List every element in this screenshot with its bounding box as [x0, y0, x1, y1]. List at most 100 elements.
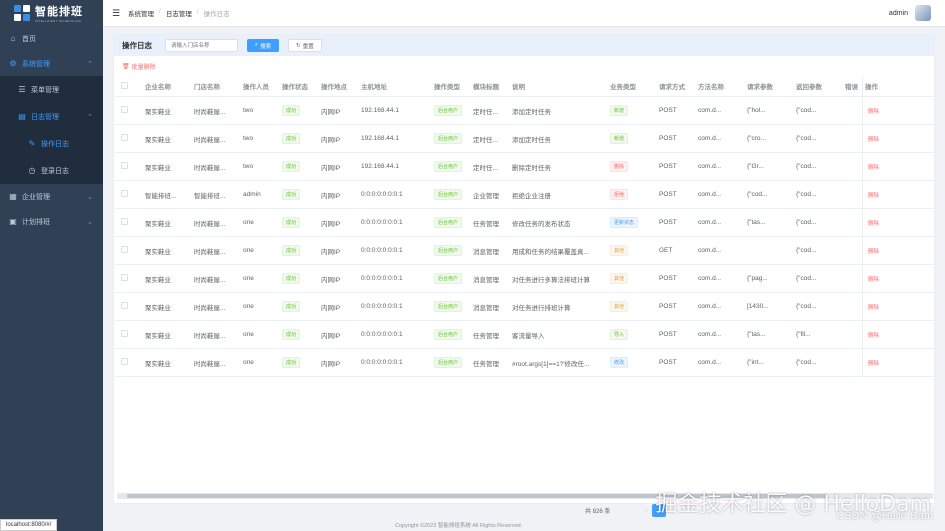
hamburger-icon[interactable]: ☰	[112, 8, 120, 17]
chevron-up-icon: ⌃	[87, 113, 93, 121]
delete-link[interactable]: 删除	[865, 191, 879, 199]
breadcrumb-item[interactable]: 日志管理	[166, 8, 192, 18]
status-tag: 成功	[282, 357, 301, 368]
delete-link[interactable]: 删除	[865, 331, 879, 339]
cell-operator: one	[243, 359, 254, 366]
column-header: 返回参数	[796, 84, 822, 91]
delete-link[interactable]: 删除	[865, 107, 879, 115]
row-checkbox[interactable]	[121, 134, 128, 141]
menu-icon: ☰	[18, 84, 26, 94]
table-row[interactable]: 聚实鞋业 时尚鞋屋... two 成功 内网IP 192.168.44.1 后台用户 定时任.…	[115, 97, 935, 125]
table-row[interactable]: 聚实鞋业 时尚鞋屋... two 成功 内网IP 192.168.44.1 后台用户 定时任.…	[115, 153, 935, 181]
search-input[interactable]	[165, 39, 238, 52]
cell-method-name: com.d...	[698, 191, 722, 198]
row-checkbox[interactable]	[121, 218, 128, 225]
row-checkbox[interactable]	[121, 190, 128, 197]
cell-req-params: {"tas...	[747, 219, 766, 226]
cell-method: POST	[659, 219, 677, 226]
table-row[interactable]: 聚实鞋业 时尚鞋屋... one 成功 内网IP 0:0:0:0:0:0:0:1 后台用户 任…	[115, 321, 935, 349]
cell-req-params: {"tas...	[747, 331, 766, 338]
select-all-checkbox[interactable]	[121, 81, 128, 89]
row-checkbox[interactable]	[121, 246, 128, 253]
cell-store: 时尚鞋屋...	[194, 136, 226, 144]
cell-ret-params: {"cod...	[796, 135, 817, 142]
cell-company: 聚实鞋业	[145, 332, 171, 340]
column-header: 操作地点	[321, 84, 347, 91]
cell-store: 时尚鞋屋...	[194, 360, 226, 368]
search-button[interactable]: ⌕ 搜索	[247, 39, 280, 52]
cell-store: 智能排班...	[194, 192, 226, 200]
delete-link[interactable]: 删除	[865, 359, 879, 367]
cell-company: 智能排班...	[145, 192, 177, 200]
table-row[interactable]: 聚实鞋业 时尚鞋屋... one 成功 内网IP 0:0:0:0:0:0:0:1 后台用户 消…	[115, 237, 935, 265]
row-checkbox[interactable]	[121, 274, 128, 281]
cell-ip: 192.168.44.1	[361, 163, 399, 170]
table-row[interactable]: 智能排班... 智能排班... admin 成功 内网IP 0:0:0:0:0:0:0:1…	[115, 181, 935, 209]
watermark-csdn: CSDN @Hello Dam	[836, 510, 933, 522]
breadcrumb-item[interactable]: 系统管理	[128, 8, 154, 18]
table-row[interactable]: 聚实鞋业 时尚鞋屋... two 成功 内网IP 192.168.44.1 后台用户 定时任.…	[115, 125, 935, 153]
sidebar-item-log-management[interactable]: ▤ 日志管理 ⌃	[0, 103, 103, 130]
table-row[interactable]: 聚实鞋业 时尚鞋屋... one 成功 内网IP 0:0:0:0:0:0:0:1 后台用户 消…	[115, 265, 935, 293]
sidebar-item-login-log[interactable]: ◷ 登录日志	[0, 157, 103, 184]
cell-desc: 客流量导入	[512, 332, 545, 340]
avatar[interactable]	[915, 5, 931, 21]
table-row[interactable]: 聚实鞋业 时尚鞋屋... one 成功 内网IP 0:0:0:0:0:0:0:1 后台用户 任…	[115, 349, 935, 377]
sidebar-item-home[interactable]: ⌂ 首页	[0, 26, 103, 51]
sidebar-item-label: 操作日志	[41, 140, 69, 148]
row-checkbox[interactable]	[121, 330, 128, 337]
delete-link[interactable]: 删除	[865, 135, 879, 143]
sidebar-item-enterprise[interactable]: ▦ 企业管理 ⌄	[0, 184, 103, 209]
biz-type-tag: 修改	[610, 357, 629, 368]
sidebar: 智能排班 INTELLIGENT SCHEDULING ⌂ 首页 ⚙ 系统管理 …	[0, 0, 103, 531]
reset-button[interactable]: ↻ 重置	[288, 39, 322, 52]
cell-ret-params: {"cod...	[796, 191, 817, 198]
sidebar-item-schedule[interactable]: ▣ 计划排班 ⌄	[0, 209, 103, 234]
sidebar-item-operation-log[interactable]: ✎ 操作日志	[0, 130, 103, 157]
column-header: 业务类型	[610, 84, 636, 91]
cell-company: 聚实鞋业	[145, 164, 171, 172]
chevron-down-icon: ⌄	[87, 218, 93, 226]
row-checkbox[interactable]	[121, 162, 128, 169]
column-header: 说明	[512, 84, 525, 91]
delete-link[interactable]: 删除	[865, 275, 879, 283]
status-tag: 成功	[282, 329, 301, 340]
status-tag: 成功	[282, 245, 301, 256]
cell-method: POST	[659, 303, 677, 310]
delete-link[interactable]: 删除	[865, 163, 879, 171]
cell-location: 内网IP	[321, 276, 341, 284]
row-checkbox[interactable]	[121, 302, 128, 309]
delete-link[interactable]: 删除	[865, 219, 879, 227]
sidebar-item-menu-management[interactable]: ☰ 菜单管理	[0, 76, 103, 103]
row-checkbox[interactable]	[121, 358, 128, 365]
column-header: 操作人员	[243, 84, 269, 91]
user-type-tag: 后台用户	[434, 245, 463, 256]
trash-icon: 🗑	[122, 64, 130, 70]
column-header: 模块标题	[473, 84, 499, 91]
delete-link[interactable]: 删除	[865, 247, 879, 255]
delete-link[interactable]: 删除	[865, 303, 879, 311]
cell-method: POST	[659, 191, 677, 198]
row-checkbox[interactable]	[121, 106, 128, 113]
biz-type-tag: 其他	[610, 245, 629, 256]
cell-method-name: com.d...	[698, 275, 722, 282]
sidebar-item-label: 系统管理	[22, 60, 50, 68]
cell-operator: one	[243, 331, 254, 338]
prev-page-icon[interactable]: ‹	[645, 508, 647, 514]
table-row[interactable]: 聚实鞋业 时尚鞋屋... one 成功 内网IP 0:0:0:0:0:0:0:1 后台用户 任…	[115, 209, 935, 237]
logo[interactable]: 智能排班 INTELLIGENT SCHEDULING	[0, 0, 103, 26]
cell-store: 时尚鞋屋...	[194, 304, 226, 312]
batch-delete-button[interactable]: 🗑 批量删除	[122, 62, 156, 71]
cell-desc: 拒绝企业注册	[512, 192, 551, 200]
gear-icon: ⚙	[9, 58, 17, 68]
user-type-tag: 后台用户	[434, 189, 463, 200]
sidebar-item-system[interactable]: ⚙ 系统管理 ⌃	[0, 51, 103, 76]
status-url: localhost:8080/#/	[0, 519, 58, 531]
sidebar-item-label: 菜单管理	[31, 86, 59, 94]
user-menu[interactable]: admin	[889, 5, 931, 21]
table-row[interactable]: 聚实鞋业 时尚鞋屋... one 成功 内网IP 0:0:0:0:0:0:0:1 后台用户 消…	[115, 293, 935, 321]
cell-operator: two	[243, 107, 254, 114]
cell-location: 内网IP	[321, 248, 341, 256]
status-tag: 成功	[282, 217, 301, 228]
operation-log-card: 操作日志 ⌕ 搜索 ↻ 重置 🗑 批量删除 企业名称 门店名称 操作人员 操作状…	[113, 34, 935, 504]
